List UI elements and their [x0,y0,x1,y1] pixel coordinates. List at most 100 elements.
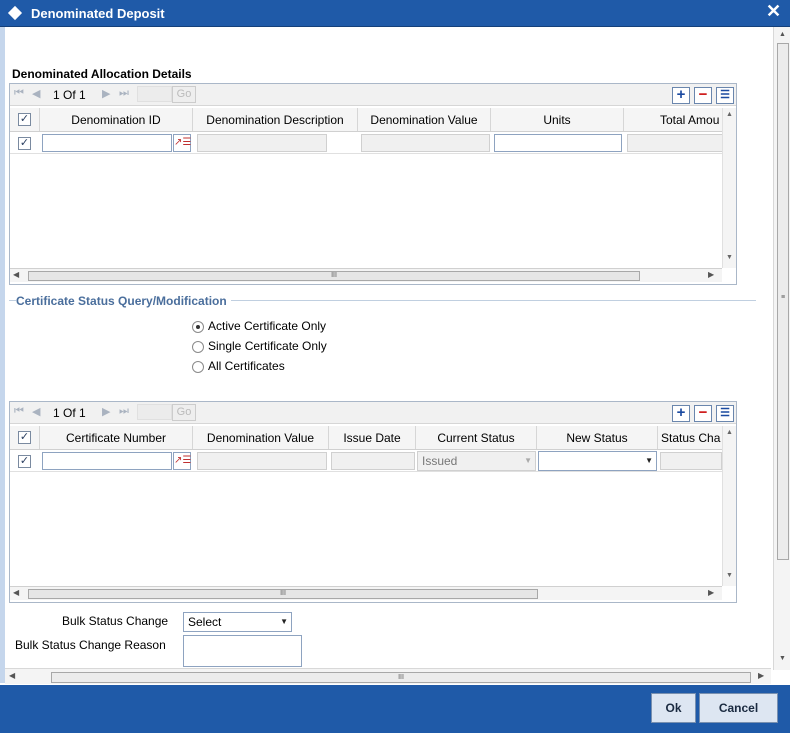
page-hscroll[interactable]: ◀ III ▶ [5,668,771,684]
col-current-status[interactable]: Current Status [416,426,537,449]
certificate-page-input[interactable] [137,404,172,420]
last-page-icon[interactable]: ⏭ [119,405,129,418]
col-certificate-number[interactable]: Certificate Number [40,426,193,449]
col-new-status[interactable]: New Status [537,426,658,449]
denomination-description-input [197,134,327,152]
certificate-denomination-value-input [197,452,327,470]
bulk-status-change-reason-input[interactable] [183,635,302,667]
window-title: Denominated Deposit [31,6,165,21]
radio-label: All Certificates [208,359,285,373]
col-status-change[interactable]: Status Cha [658,426,722,449]
next-page-icon[interactable]: ▶ [102,405,110,418]
scroll-left-icon[interactable]: ◀ [13,270,19,279]
scroll-up-icon[interactable]: ▲ [726,429,733,436]
col-issue-date[interactable]: Issue Date [329,426,416,449]
cancel-button[interactable]: Cancel [699,693,778,723]
new-status-select[interactable]: ▼ [538,451,657,471]
certificate-grid-header: ✓ Certificate Number Denomination Value … [10,426,722,450]
table-row: ✓ ↗☰ Issued ▼ ▼ [10,450,722,472]
first-page-icon[interactable]: ⏮ [14,87,24,100]
single-view-icon[interactable]: ☰ [716,405,734,422]
radio-label: Single Certificate Only [208,339,327,353]
scroll-left-icon[interactable]: ◀ [13,588,19,597]
scroll-down-icon[interactable]: ▼ [726,254,733,261]
denomination-id-input[interactable] [42,134,172,152]
certificate-grid-hscroll[interactable]: ◀ III ▶ [10,586,722,600]
ok-button[interactable]: Ok [651,693,696,723]
col-denomination-description[interactable]: Denomination Description [193,108,358,131]
last-page-icon[interactable]: ⏭ [119,87,129,100]
allocation-page-input[interactable] [137,86,172,102]
chevron-down-icon[interactable]: ▼ [645,452,653,470]
denomination-value-input [361,134,490,152]
col-units[interactable]: Units [491,108,624,131]
certificate-grid-vscroll[interactable]: ▲ ▼ [722,426,736,586]
scroll-down-icon[interactable]: ▼ [726,572,733,579]
allocation-hscroll-thumb[interactable]: III [28,271,640,281]
select-all-checkbox[interactable]: ✓ [18,431,31,444]
current-status-value: Issued [422,454,458,468]
certificate-number-input[interactable] [42,452,172,470]
allocation-grid-header: ✓ Denomination ID Denomination Descripti… [10,108,722,132]
radio-unselected-icon[interactable] [192,341,204,353]
status-change-input [660,452,722,470]
chevron-down-icon: ▼ [524,456,532,465]
table-row: ✓ ↗☰ [10,132,722,154]
dialog-footer: Ok Cancel [0,685,790,733]
scroll-left-icon[interactable]: ◀ [9,671,15,680]
radio-label: Active Certificate Only [208,319,327,333]
certificate-go-button[interactable]: Go [172,404,196,421]
allocation-pager: 1 Of 1 [53,88,86,102]
first-page-icon[interactable]: ⏮ [14,405,24,418]
scroll-right-icon[interactable]: ▶ [708,270,714,279]
window-titlebar: Denominated Deposit ✕ [0,0,790,27]
next-page-icon[interactable]: ▶ [102,87,110,100]
certificate-hscroll-thumb[interactable]: III [28,589,538,599]
row-checkbox[interactable]: ✓ [18,455,31,468]
dialog-content: Denominated Allocation Details ⏮ ◀ 1 Of … [0,27,790,683]
row-checkbox[interactable]: ✓ [18,137,31,150]
certificate-grid-toolbar: ⏮ ◀ 1 Of 1 ▶ ⏭ Go + − ☰ [10,402,736,424]
select-all-checkbox[interactable]: ✓ [18,113,31,126]
bulk-status-change-select[interactable]: Select ▼ [183,612,292,632]
bulk-status-change-reason-label: Bulk Status Change Reason [15,638,166,652]
radio-unselected-icon[interactable] [192,361,204,373]
units-input[interactable] [494,134,622,152]
chevron-down-icon[interactable]: ▼ [280,613,288,631]
certificate-pager: 1 Of 1 [53,406,86,420]
list-of-values-icon[interactable]: ↗☰ [173,134,191,152]
prev-page-icon[interactable]: ◀ [32,87,40,100]
add-row-icon[interactable]: + [672,405,690,422]
col-total-amount[interactable]: Total Amou [624,108,722,131]
scroll-up-icon[interactable]: ▲ [779,31,786,38]
allocation-grid-vscroll[interactable]: ▲ ▼ [722,108,736,268]
col-denomination-value[interactable]: Denomination Value [358,108,491,131]
issue-date-input [331,452,415,470]
certificate-grid: ⏮ ◀ 1 Of 1 ▶ ⏭ Go + − ☰ ✓ Certificate Nu… [9,401,737,603]
allocation-grid: ⏮ ◀ 1 Of 1 ▶ ⏭ Go + − ☰ ✓ Denomination I… [9,83,737,285]
radio-selected-icon[interactable] [192,321,204,333]
allocation-grid-toolbar: ⏮ ◀ 1 Of 1 ▶ ⏭ Go + − ☰ [10,84,736,106]
bulk-status-change-label: Bulk Status Change [62,614,169,628]
col-denomination-id[interactable]: Denomination ID [40,108,193,131]
scroll-right-icon[interactable]: ▶ [758,671,764,680]
page-vscroll[interactable]: ▲ ≡ ▼ [773,27,790,670]
single-view-icon[interactable]: ☰ [716,87,734,104]
col-denomination-value[interactable]: Denomination Value [193,426,329,449]
page-vscroll-thumb[interactable]: ≡ [777,43,789,560]
allocation-grid-hscroll[interactable]: ◀ III ▶ [10,268,722,282]
scroll-up-icon[interactable]: ▲ [726,111,733,118]
current-status-select: Issued ▼ [417,451,536,471]
list-of-values-icon[interactable]: ↗☰ [173,452,191,470]
total-amount-input [627,134,722,152]
page-hscroll-thumb[interactable]: III [51,672,751,683]
prev-page-icon[interactable]: ◀ [32,405,40,418]
allocation-go-button[interactable]: Go [172,86,196,103]
add-row-icon[interactable]: + [672,87,690,104]
close-icon[interactable]: ✕ [766,2,781,20]
scroll-down-icon[interactable]: ▼ [779,655,786,662]
delete-row-icon[interactable]: − [694,405,712,422]
certificate-section-legend: Certificate Status Query/Modification [16,294,231,308]
scroll-right-icon[interactable]: ▶ [708,588,714,597]
delete-row-icon[interactable]: − [694,87,712,104]
